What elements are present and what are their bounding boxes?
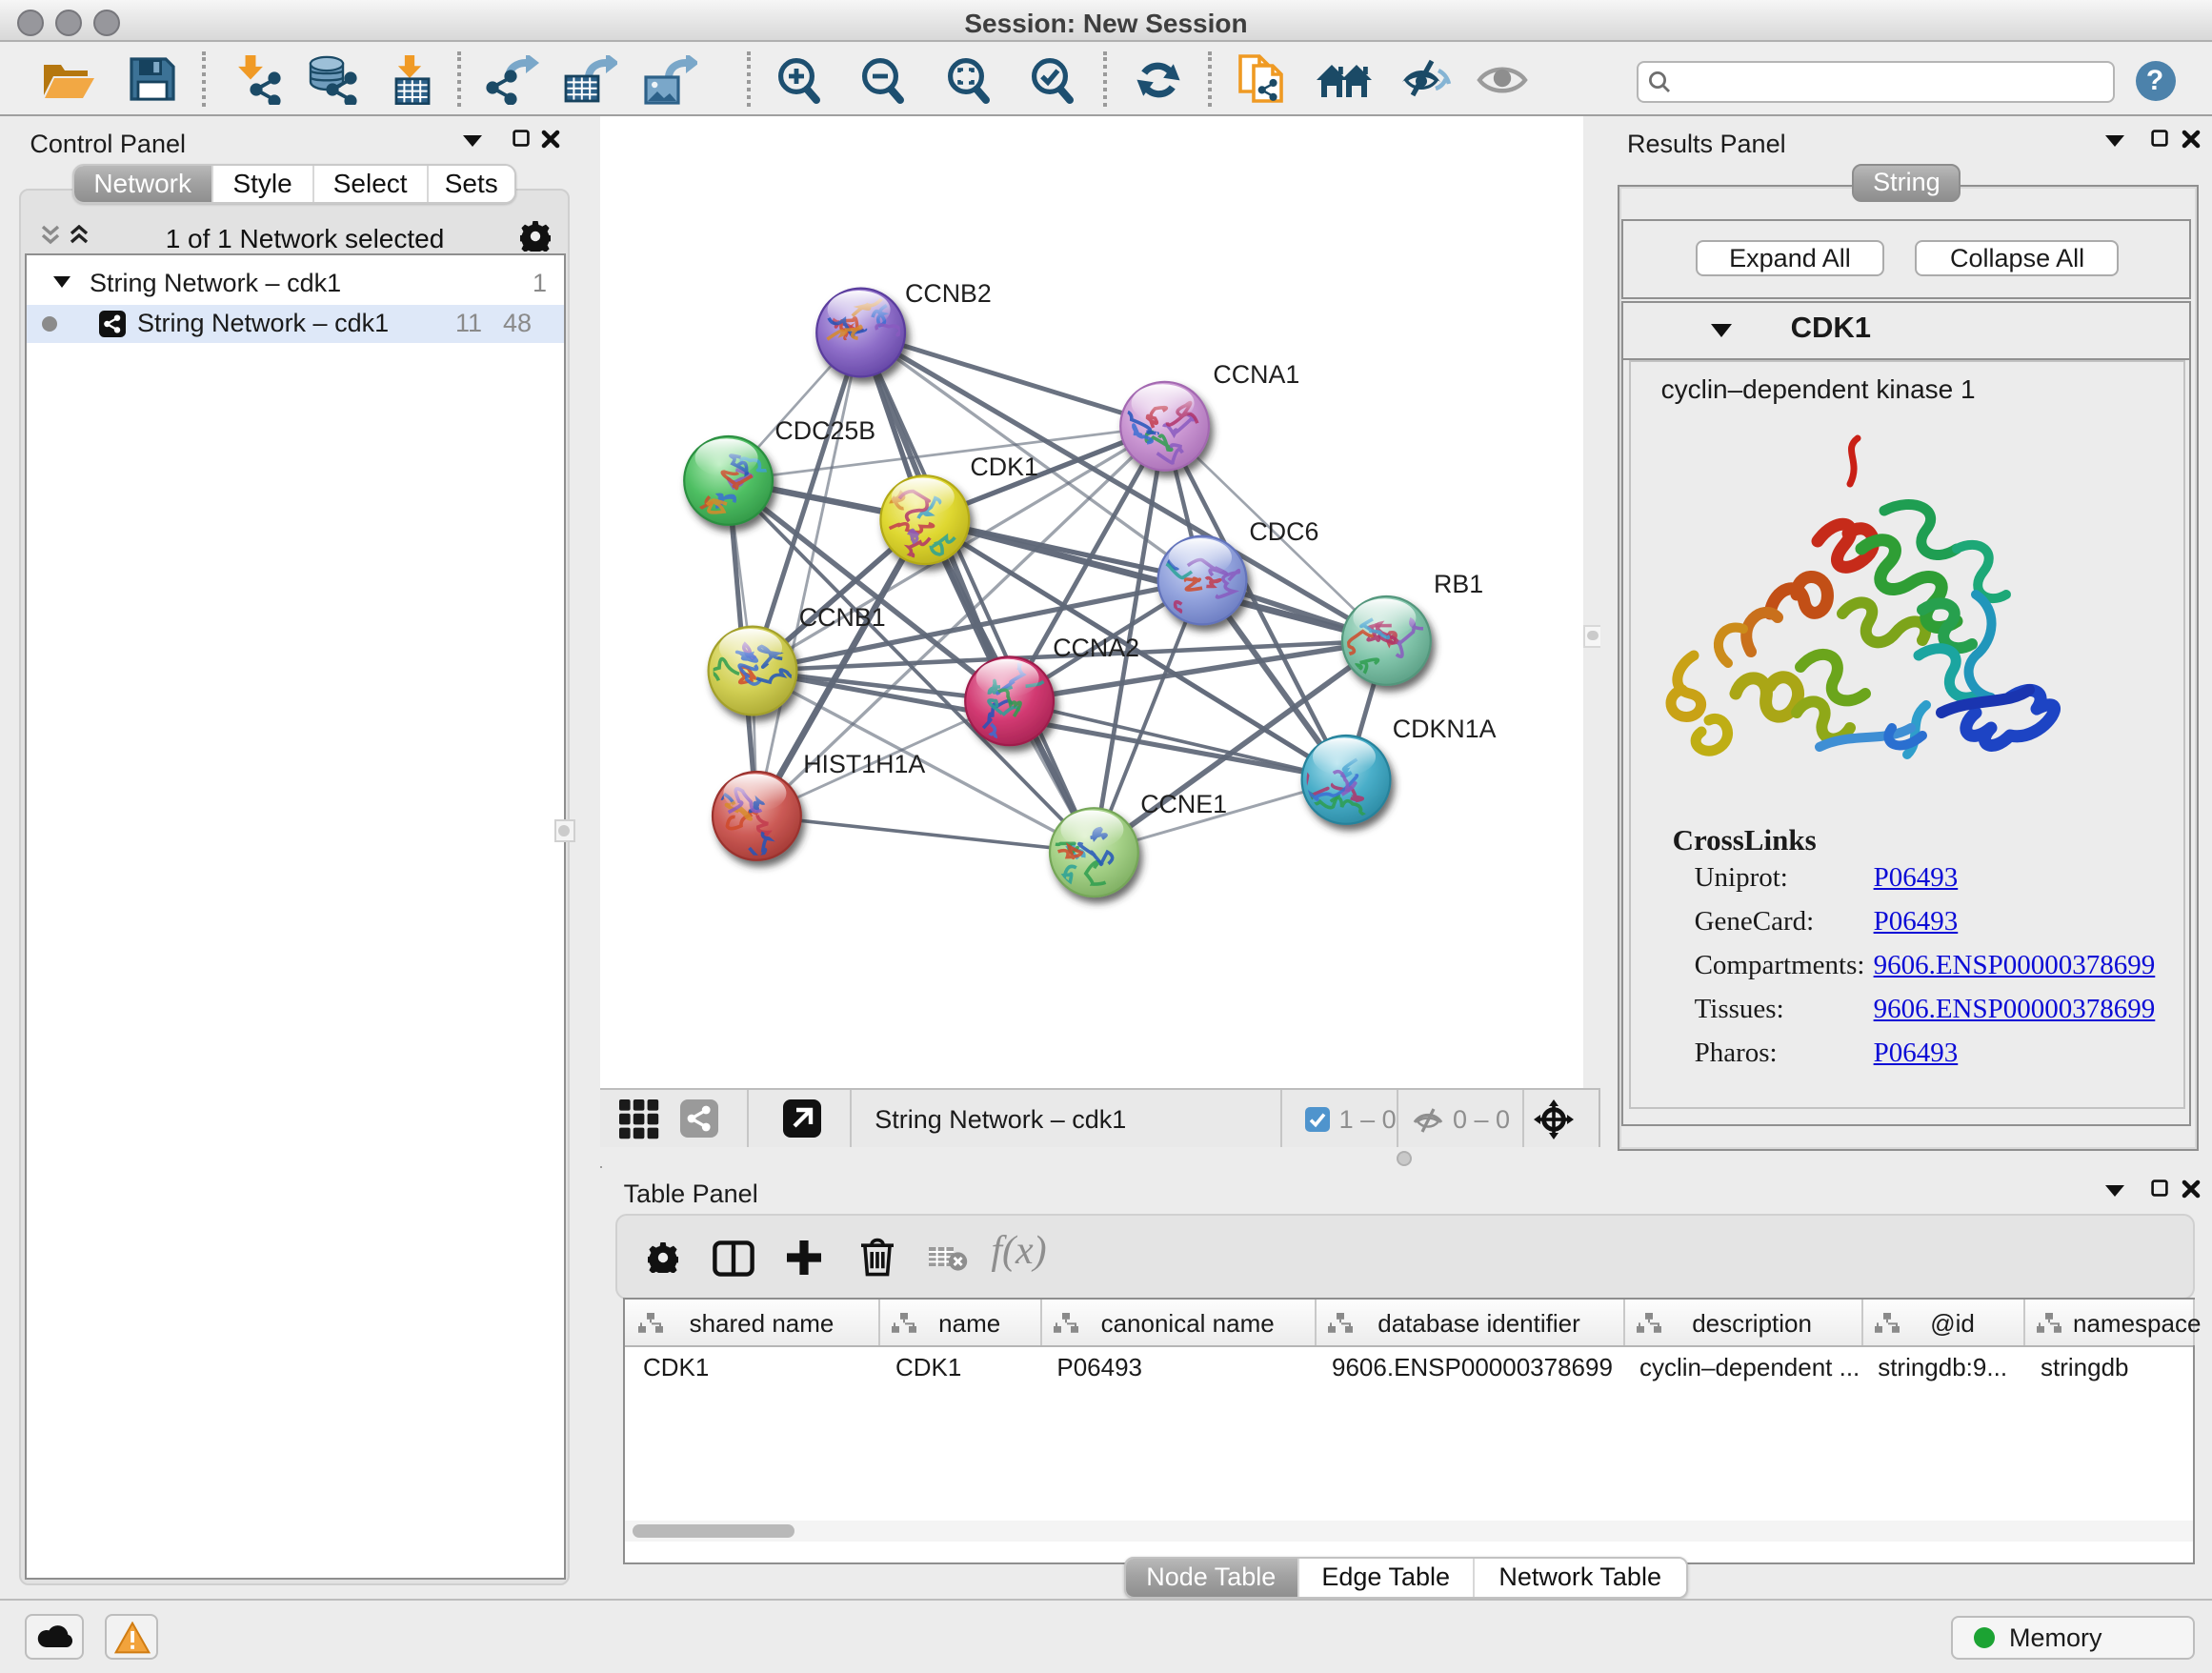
svg-text:CCNE1: CCNE1 (1140, 790, 1227, 818)
svg-text:CCNB1: CCNB1 (799, 603, 886, 632)
svg-text:HIST1H1A: HIST1H1A (803, 750, 925, 778)
svg-text:CCNB2: CCNB2 (905, 279, 992, 308)
svg-text:CDC6: CDC6 (1249, 517, 1318, 546)
svg-text:CDKN1A: CDKN1A (1393, 715, 1497, 743)
svg-text:CDK1: CDK1 (970, 453, 1037, 481)
svg-text:CDC25B: CDC25B (774, 416, 875, 445)
svg-text:RB1: RB1 (1434, 570, 1483, 598)
svg-text:CCNA1: CCNA1 (1213, 360, 1299, 389)
svg-text:CCNA2: CCNA2 (1053, 634, 1139, 662)
